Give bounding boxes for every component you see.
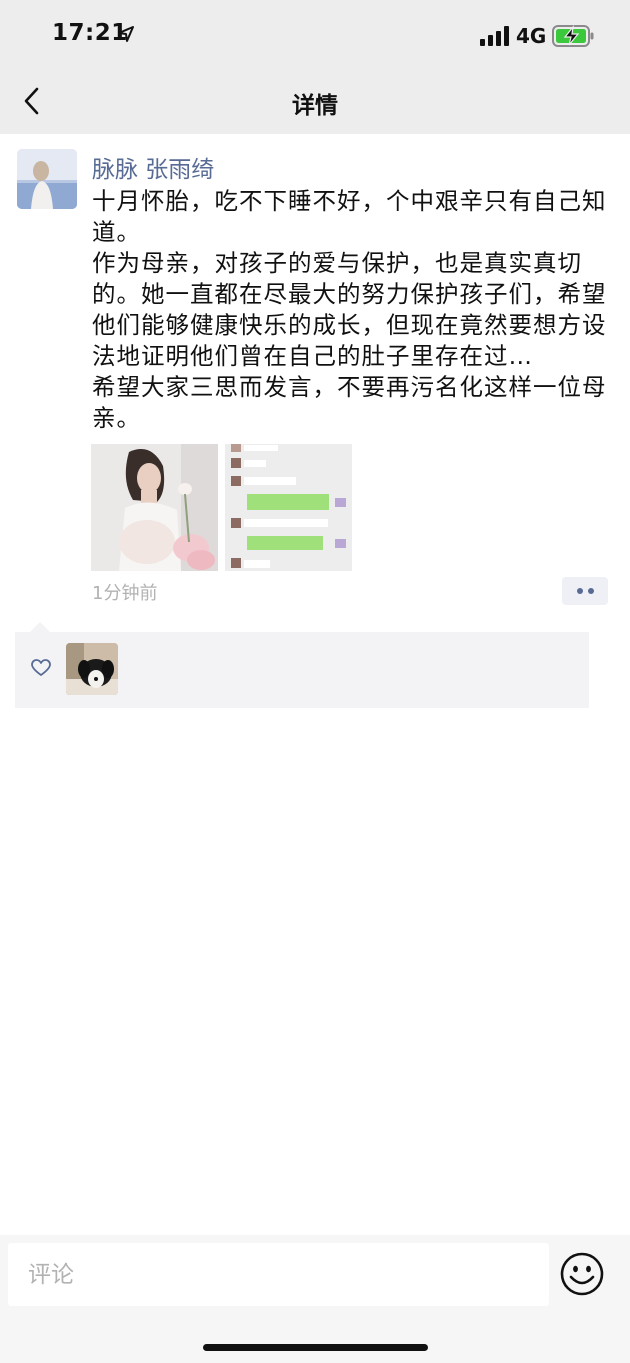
more-dots-icon <box>577 588 583 594</box>
comment-input[interactable] <box>8 1243 549 1306</box>
top-bar: 17:21 4G 详情 <box>0 0 630 134</box>
home-indicator <box>203 1344 428 1351</box>
post-image-chat-screenshot[interactable] <box>225 444 352 571</box>
dog-avatar <box>66 643 118 695</box>
page-title: 详情 <box>292 93 338 119</box>
post-image-pregnant-woman[interactable] <box>91 444 218 571</box>
cellular-signal-icon <box>480 26 509 46</box>
emoji-face-icon[interactable] <box>560 1252 604 1296</box>
liker-avatar[interactable] <box>66 643 118 695</box>
location-arrow-icon <box>118 26 134 42</box>
more-button[interactable] <box>562 577 608 605</box>
pregnant-woman-photo <box>91 444 218 571</box>
avatar-image <box>17 149 77 209</box>
more-dots-icon <box>588 588 594 594</box>
post-time: 1分钟前 <box>92 583 158 604</box>
network-type: 4G <box>516 24 547 48</box>
author-avatar[interactable] <box>17 149 77 209</box>
battery-charging-icon <box>552 24 594 47</box>
chat-screenshot-photo <box>225 444 352 571</box>
author-name[interactable]: 脉脉 张雨绮 <box>92 150 214 184</box>
like-box-caret <box>30 622 50 632</box>
post-text: 十月怀胎，吃不下睡不好，个中艰辛只有自己知道。 作为母亲，对孩子的爱与保护，也是… <box>92 187 607 432</box>
heart-icon <box>31 659 51 676</box>
